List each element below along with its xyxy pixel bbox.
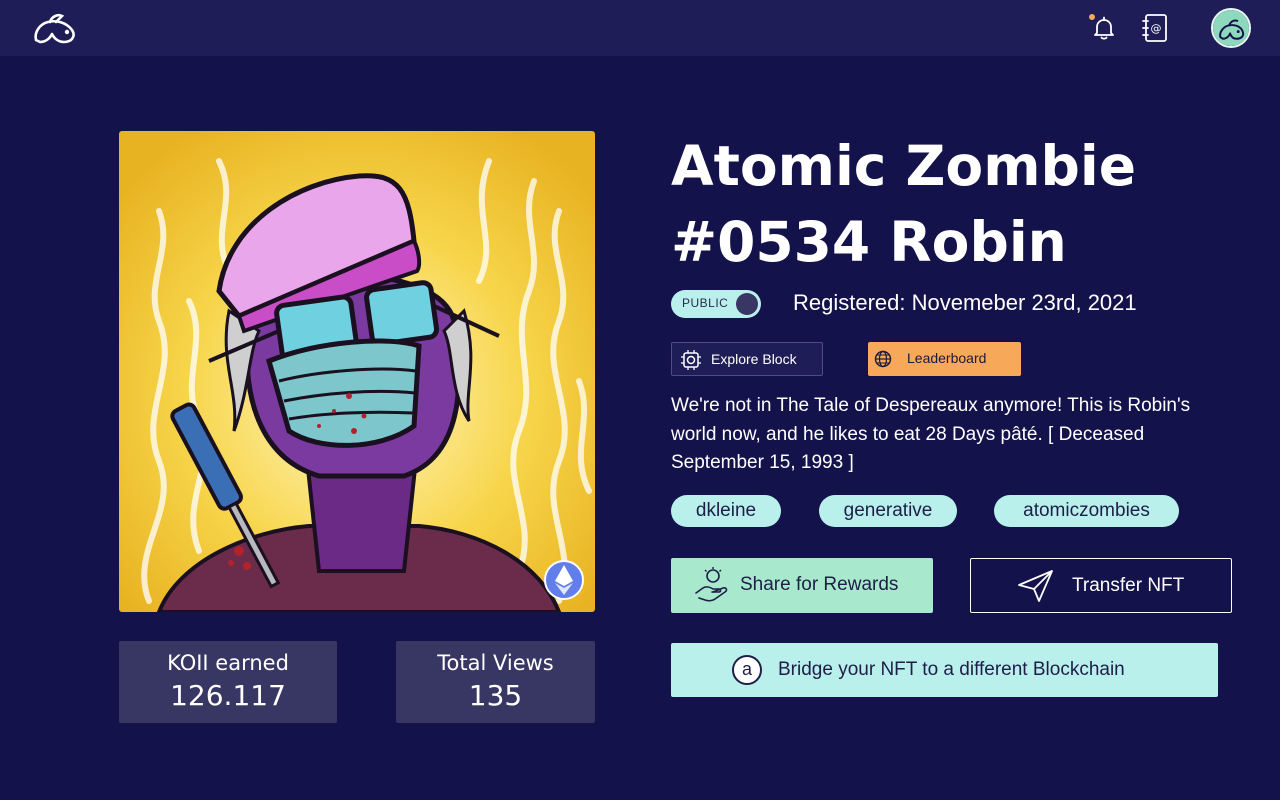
zombie-artwork-image [119, 131, 595, 612]
svg-text:@: @ [1151, 22, 1162, 35]
nft-title: Atomic Zombie #0534 Robin [671, 134, 1137, 274]
koii-avatar-icon [1213, 10, 1249, 46]
address-book-icon[interactable]: @ [1140, 12, 1170, 44]
toggle-knob [736, 293, 758, 315]
public-toggle[interactable]: PUBLIC [671, 290, 761, 318]
tag-atomiczombies[interactable]: atomiczombies [994, 495, 1179, 527]
registered-date: Registered: Novemeber 23rd, 2021 [793, 290, 1137, 315]
public-toggle-label: PUBLIC [682, 296, 729, 310]
koii-logo-icon[interactable] [30, 10, 82, 46]
top-bar: @ [0, 0, 1280, 56]
koii-earned-stat: KOII earned 126.117 [119, 641, 337, 723]
globe-icon [874, 350, 892, 368]
hand-coin-icon [695, 567, 728, 602]
total-views-value: 135 [468, 679, 523, 712]
tag-dkleine[interactable]: dkleine [671, 495, 781, 527]
total-views-stat: Total Views 135 [396, 641, 595, 723]
bell-icon[interactable] [1090, 14, 1118, 42]
explore-block-label: Explore Block [711, 351, 797, 367]
leaderboard-label: Leaderboard [907, 350, 987, 366]
total-views-label: Total Views [437, 651, 554, 675]
koii-earned-value: 126.117 [170, 679, 286, 712]
nft-artwork [119, 131, 595, 612]
arweave-icon: a [732, 655, 762, 685]
transfer-nft-label: Transfer NFT [1072, 575, 1185, 596]
share-for-rewards-label: Share for Rewards [740, 574, 899, 595]
nft-description: We're not in The Tale of Despereaux anym… [671, 395, 1191, 473]
paper-plane-icon [1018, 570, 1053, 602]
bridge-nft-label: Bridge your NFT to a different Blockchai… [778, 659, 1125, 680]
block-explorer-icon [681, 350, 701, 370]
share-for-rewards-button[interactable]: Share for Rewards [671, 558, 933, 613]
koii-earned-label: KOII earned [167, 651, 289, 675]
explore-block-button[interactable]: Explore Block [671, 342, 823, 376]
ethereum-icon [544, 560, 584, 600]
bridge-nft-button[interactable]: a Bridge your NFT to a different Blockch… [671, 643, 1218, 697]
tag-generative[interactable]: generative [819, 495, 957, 527]
transfer-nft-button[interactable]: Transfer NFT [970, 558, 1232, 613]
avatar[interactable] [1211, 8, 1251, 48]
leaderboard-button[interactable]: Leaderboard [868, 342, 1021, 376]
